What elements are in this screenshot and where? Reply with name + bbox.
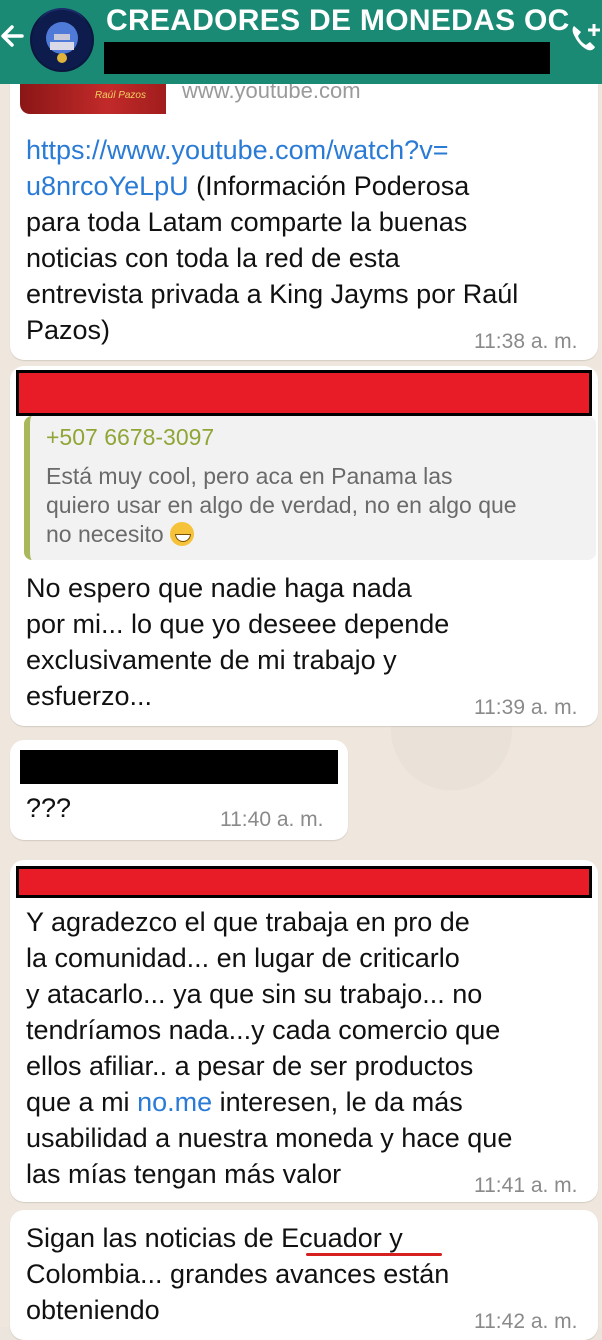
message-bubble-5[interactable]: Sigan las noticias de Ecuador y Colombia… xyxy=(10,1210,598,1340)
chat-header: CREADORES DE MONEDAS OC xyxy=(0,0,602,84)
message-bubble-2[interactable]: +507 6678-3097 Está muy cool, pero aca e… xyxy=(10,366,598,726)
message-time: 11:38 a. m. xyxy=(474,330,578,353)
message-text: No espero que nadie haga nada por mi... … xyxy=(26,573,450,711)
redacted-sender xyxy=(16,370,592,416)
red-underline-mark xyxy=(306,1253,442,1256)
link-preview-thumbnail[interactable]: Raúl Pazos xyxy=(20,84,166,114)
inline-link[interactable]: no.me xyxy=(137,1087,212,1117)
thumbnail-caption: Raúl Pazos xyxy=(94,90,146,101)
redacted-sender xyxy=(16,866,592,898)
message-bubble-1[interactable]: Raúl Pazos www.youtube.com https://www.y… xyxy=(10,78,598,360)
group-title[interactable]: CREADORES DE MONEDAS OC xyxy=(106,4,570,38)
message-bubble-3[interactable]: ??? 11:40 a. m. xyxy=(10,740,348,840)
quote-text: Está muy cool, pero aca en Panama las qu… xyxy=(46,462,594,549)
quote-body: Está muy cool, pero aca en Panama las qu… xyxy=(46,463,517,547)
group-avatar[interactable] xyxy=(30,8,94,72)
message-body: Y agradezco el que trabaja en pro de la … xyxy=(26,907,501,1117)
grinning-emoji xyxy=(170,522,195,546)
redacted-subtitle xyxy=(104,42,550,74)
quoted-message[interactable]: +507 6678-3097 Está muy cool, pero aca e… xyxy=(24,416,596,560)
quote-author: +507 6678-3097 xyxy=(46,424,215,450)
add-call-icon[interactable] xyxy=(568,18,602,58)
message-bubble-4[interactable]: Y agradezco el que trabaja en pro de la … xyxy=(10,860,598,1202)
message-time: 11:39 a. m. xyxy=(474,696,578,719)
message-time: 11:41 a. m. xyxy=(474,1174,578,1197)
redacted-sender xyxy=(20,750,338,784)
back-arrow-icon[interactable] xyxy=(0,18,30,54)
message-time: 11:40 a. m. xyxy=(220,808,324,831)
message-text: ??? xyxy=(26,793,72,823)
message-text: Y agradezco el que trabaja en pro de la … xyxy=(26,904,596,1192)
message-text: https://www.youtube.com/watch?v= u8nrcoY… xyxy=(26,132,586,348)
message-time: 11:42 a. m. xyxy=(474,1310,578,1333)
